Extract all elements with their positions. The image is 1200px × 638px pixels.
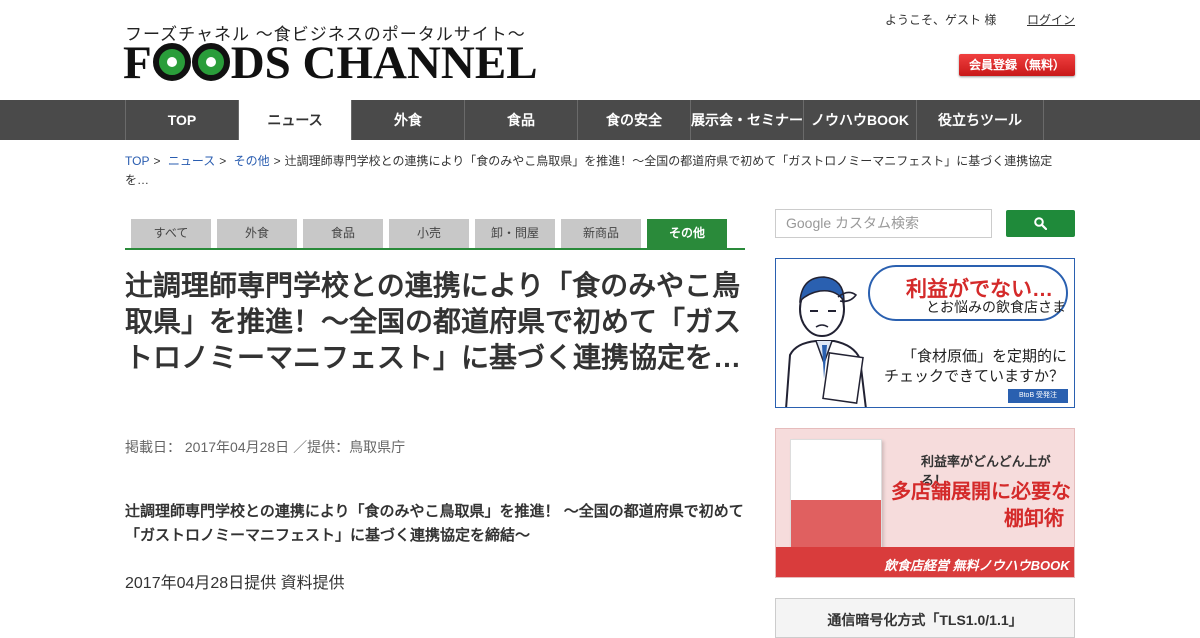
category-tab-6[interactable]: その他 <box>647 219 727 248</box>
article-title: 辻調理師専門学校との連携により「食のみやこ鳥取県」を推進！～全国の都道府県で初め… <box>125 270 742 373</box>
register-button[interactable]: 会員登録（無料） <box>959 54 1075 76</box>
search-icon <box>1034 217 1047 230</box>
logo-oo-mark <box>152 43 230 81</box>
logo-text-part2: DS CHANNEL <box>230 37 538 89</box>
article-date-line: 2017年04月28日提供 資料提供 <box>125 575 345 592</box>
main-nav: TOP ニュース 外食 食品 食の安全 展示会・セミナー ノウハウBOOK 役立ちツール <box>0 100 1200 140</box>
breadcrumb-separator: > <box>219 154 227 168</box>
breadcrumb-separator: > <box>153 154 161 168</box>
nav-item-5[interactable]: 展示会・セミナー <box>690 100 803 140</box>
category-tabs: すべて 外食 食品 小売 卸・問屋 新商品 その他 <box>125 219 745 250</box>
category-tab-5[interactable]: 新商品 <box>561 219 641 248</box>
banner1-brand-badge: BtoB 受発注 <box>1008 389 1068 403</box>
nav-item-0[interactable]: TOP <box>125 100 238 140</box>
article-meta: 掲載日： 2017年04月28日 ／提供：鳥取県庁 <box>125 439 406 455</box>
category-tab-3[interactable]: 小売 <box>389 219 469 248</box>
breadcrumb-news[interactable]: ニュース <box>168 154 215 168</box>
nav-item-7[interactable]: 役立ちツール <box>916 100 1044 140</box>
search-button[interactable] <box>1006 210 1075 237</box>
welcome-text: ようこそ、ゲスト 様 <box>885 13 997 27</box>
category-tab-1[interactable]: 外食 <box>217 219 297 248</box>
nav-item-4[interactable]: 食の安全 <box>577 100 690 140</box>
banner1-subline: とお悩みの飲食店さま <box>926 299 1066 315</box>
ad-banner-inventory[interactable]: 利益率がどんどん上がる！ 多店舗展開に必要な 棚卸術 飲食店経営 無料ノウハウB… <box>775 428 1075 578</box>
site-logo[interactable]: F DS CHANNEL <box>123 38 538 88</box>
category-tab-0[interactable]: すべて <box>131 219 211 248</box>
nav-item-1[interactable]: ニュース <box>238 100 351 140</box>
breadcrumb-separator: > <box>273 154 281 168</box>
tls-notice-box[interactable]: 通信暗号化方式「TLS1.0/1.1」 <box>775 598 1075 638</box>
category-tab-4[interactable]: 卸・問屋 <box>475 219 555 248</box>
nav-item-6[interactable]: ノウハウBOOK <box>803 100 916 140</box>
worried-man-illustration <box>785 276 867 407</box>
login-link[interactable]: ログイン <box>1027 11 1075 28</box>
banner1-question-2: チェックできていますか？ <box>884 368 1065 385</box>
logo-text-part1: F <box>123 37 152 89</box>
banner2-line2: 多店舗展開に必要な <box>891 481 1071 503</box>
breadcrumb-top[interactable]: TOP <box>125 154 149 168</box>
nav-item-3[interactable]: 食品 <box>464 100 577 140</box>
article-lead: 辻調理師専門学校との連携により「食のみやこ鳥取県」を推進！ ～全国の都道府県で初… <box>125 503 744 544</box>
booklet-cover-illustration <box>790 439 882 558</box>
nav-item-2[interactable]: 外食 <box>351 100 464 140</box>
category-tab-2[interactable]: 食品 <box>303 219 383 248</box>
site-header: フーズチャネル ～食ビジネスのポータルサイト～ F DS CHANNEL ようこそ… <box>0 0 1200 100</box>
search-input[interactable]: Google カスタム検索 <box>775 209 992 238</box>
ad-banner-food-cost[interactable]: 利益がでない… とお悩みの飲食店さま 「食材原価」を定期的に チェックできていま… <box>775 258 1075 408</box>
tls-notice-text: 通信暗号化方式「TLS1.0/1.1」 <box>827 612 1023 628</box>
breadcrumb: TOP > ニュース > その他 > 辻調理師専門学校との連携により「食のみやこ鳥取県」… <box>125 152 1075 190</box>
banner2-footer-text: 飲食店経営 無料ノウハウBOOK <box>884 558 1070 573</box>
banner1-question-1: 「食材原価」を定期的に <box>902 348 1068 365</box>
breadcrumb-other[interactable]: その他 <box>234 154 270 168</box>
banner2-line3: 棚卸術 <box>1004 508 1064 530</box>
